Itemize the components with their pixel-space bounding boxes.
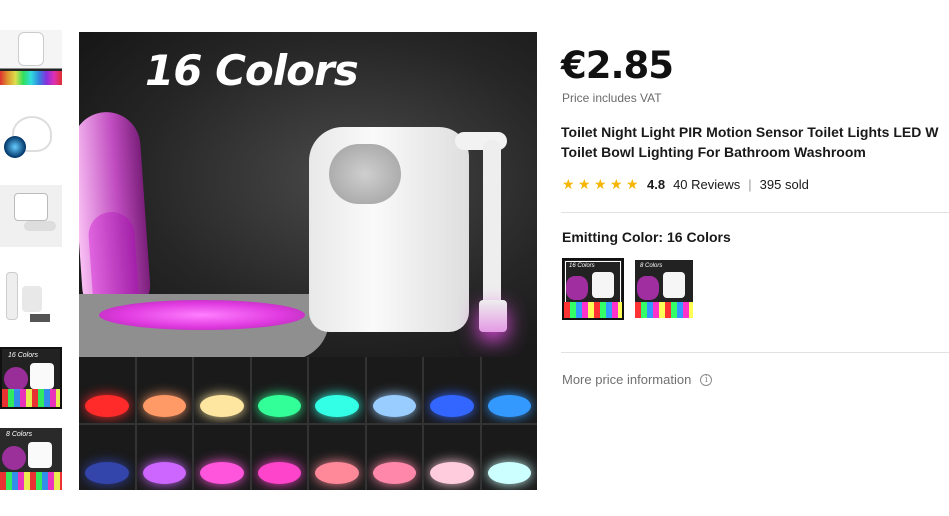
battery-icon — [30, 314, 50, 322]
lid-glow-icon — [566, 276, 588, 300]
color-cell — [366, 357, 422, 423]
color-strip — [635, 302, 693, 318]
lid-glow-icon — [2, 446, 26, 470]
thumbnail-1[interactable] — [0, 30, 62, 85]
color-demo-grid — [79, 357, 537, 490]
star-icon: ★ — [562, 176, 575, 192]
thumbnail-3[interactable] — [0, 185, 62, 247]
color-cell — [136, 424, 192, 490]
product-page: 16 Colors 8 Colors 16 Colors €2.85 Price… — [0, 0, 949, 516]
divider — [561, 352, 949, 353]
rating-score: 4.8 — [647, 177, 666, 192]
thumbnail-6[interactable]: 8 Colors — [0, 428, 62, 490]
led-light-icon — [479, 300, 507, 332]
color-cell — [136, 357, 192, 423]
color-cell — [194, 357, 250, 423]
color-cell — [424, 357, 480, 423]
lid-glow-icon — [637, 276, 659, 300]
color-cell — [194, 424, 250, 490]
more-price-info[interactable]: More price information i — [562, 372, 713, 387]
swatch-label: 16 Colors — [569, 263, 595, 269]
variant-label: Emitting Color: 16 Colors — [562, 229, 731, 245]
reviews-link[interactable]: 40 Reviews — [673, 177, 740, 192]
color-cell — [424, 424, 480, 490]
product-icon — [22, 286, 42, 312]
pir-sensor-icon — [329, 144, 401, 204]
star-icon: ★ — [626, 176, 639, 192]
star-icon: ★ — [610, 176, 623, 192]
color-strip — [2, 389, 60, 407]
more-price-label: More price information — [562, 372, 692, 387]
sold-count: 395 sold — [759, 177, 809, 192]
main-product-image[interactable]: 16 Colors — [79, 32, 537, 490]
color-strip — [564, 302, 622, 318]
variant-option-16-colors[interactable]: 16 Colors — [562, 258, 624, 320]
color-cell — [309, 357, 365, 423]
divider — [561, 212, 949, 213]
vat-note: Price includes VAT — [562, 91, 662, 105]
color-cell — [481, 424, 537, 490]
star-icon: ★ — [578, 176, 591, 192]
product-title-line-2: Toilet Bowl Lighting For Bathroom Washro… — [561, 144, 866, 160]
device-arm-vertical — [483, 140, 501, 310]
color-strip — [0, 472, 62, 490]
image-overlay-title: 16 Colors — [145, 46, 359, 95]
thumbnail-2[interactable] — [0, 104, 62, 166]
color-cell — [251, 357, 307, 423]
bowl-light-glow — [99, 300, 305, 330]
thumbnail-label: 16 Colors — [8, 352, 38, 359]
product-title-line-1: Toilet Night Light PIR Motion Sensor Toi… — [561, 124, 939, 140]
product-icon — [663, 272, 685, 298]
star-rating: ★ ★ ★ ★ ★ — [562, 176, 639, 192]
product-title: Toilet Night Light PIR Motion Sensor Toi… — [561, 122, 949, 162]
color-cell — [79, 357, 135, 423]
rating-row: ★ ★ ★ ★ ★ 4.8 40 Reviews | 395 sold — [562, 177, 809, 192]
product-icon — [30, 363, 54, 389]
lid-glow-icon — [4, 367, 28, 391]
thumbnail-4[interactable] — [0, 266, 62, 328]
product-side-icon — [6, 272, 18, 320]
product-icon — [18, 32, 44, 66]
price: €2.85 — [561, 44, 674, 87]
product-icon — [28, 442, 52, 468]
product-arm-icon — [24, 221, 56, 231]
thumbnail-list: 16 Colors 8 Colors — [0, 30, 62, 509]
color-cell — [79, 424, 135, 490]
color-cell — [251, 424, 307, 490]
blue-glow-icon — [4, 136, 26, 158]
color-cell — [366, 424, 422, 490]
color-cell — [309, 424, 365, 490]
thumbnail-label: 8 Colors — [6, 431, 33, 438]
swatch-label: 8 Colors — [640, 263, 663, 269]
star-icon: ★ — [594, 176, 607, 192]
color-strip — [0, 71, 62, 85]
product-icon — [14, 193, 48, 221]
variant-option-8-colors[interactable]: 8 Colors — [635, 260, 693, 318]
info-icon[interactable]: i — [700, 373, 713, 386]
thumbnail-5[interactable]: 16 Colors — [0, 347, 62, 409]
product-icon — [592, 272, 614, 298]
separator: | — [748, 177, 752, 192]
color-cell — [481, 357, 537, 423]
